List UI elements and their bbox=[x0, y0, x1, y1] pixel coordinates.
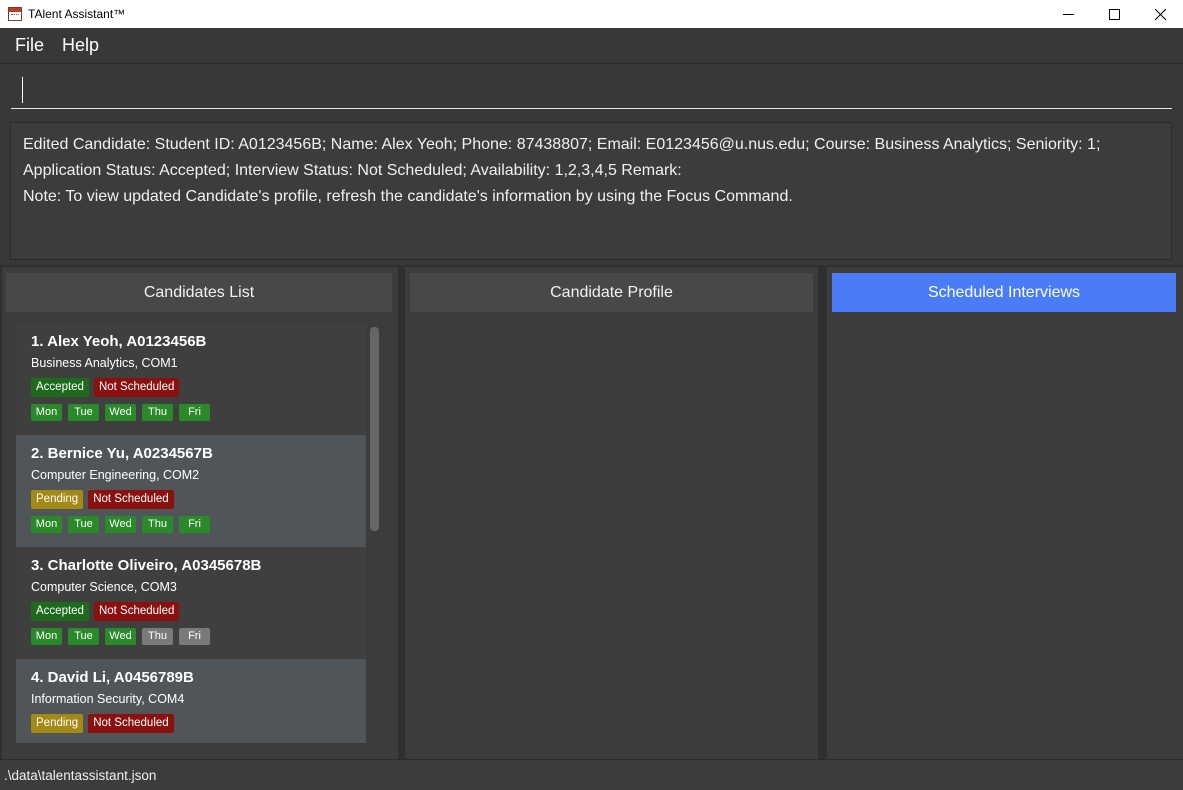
tab-candidates-list[interactable]: Candidates List bbox=[6, 273, 392, 312]
status-bar: .\data\talentassistant.json bbox=[0, 759, 1183, 790]
candidate-name: 2. Bernice Yu, A0234567B bbox=[31, 445, 213, 462]
candidate-name: 1. Alex Yeoh, A0123456B bbox=[31, 333, 207, 350]
close-icon bbox=[1154, 8, 1166, 20]
command-area bbox=[0, 65, 1183, 117]
window-title: TAlent Assistant™ bbox=[28, 7, 126, 21]
title-bar: TAlent Assistant™ bbox=[0, 0, 1183, 28]
candidate-card[interactable]: 1. Alex Yeoh, A0123456B Business Analytic… bbox=[16, 323, 366, 435]
availability-day-badge: Wed bbox=[105, 628, 136, 645]
availability-day-badge: Wed bbox=[105, 516, 136, 533]
availability-days bbox=[31, 740, 351, 743]
availability-day-badge: Thu bbox=[142, 404, 173, 421]
command-input[interactable] bbox=[11, 75, 1172, 109]
availability-day-badge: Fri bbox=[179, 628, 210, 645]
candidate-course: Computer Engineering, COM2 bbox=[31, 468, 200, 482]
candidate-profile-panel: Candidate Profile bbox=[405, 267, 818, 759]
availability-day-badge: Tue bbox=[68, 404, 99, 421]
availability-day-badge: Tue bbox=[68, 628, 99, 645]
text-caret bbox=[22, 77, 23, 103]
candidates-list-panel: Candidates List 1. Alex Yeoh, A0123456B B… bbox=[2, 267, 398, 759]
application-status-badge: Pending bbox=[31, 714, 84, 733]
candidate-course: Computer Science, COM3 bbox=[31, 580, 177, 594]
interview-status-badge: Not Scheduled bbox=[88, 490, 174, 509]
status-tags: Pending Not Scheduled bbox=[31, 714, 351, 734]
menu-file[interactable]: File bbox=[7, 35, 52, 56]
result-line: Application Status: Accepted; Interview … bbox=[23, 162, 682, 179]
main-panels: Candidates List 1. Alex Yeoh, A0123456B B… bbox=[0, 265, 1183, 759]
tab-scheduled-interviews[interactable]: Scheduled Interviews bbox=[832, 273, 1176, 312]
status-tags: Accepted Not Scheduled bbox=[31, 378, 351, 398]
minimize-icon bbox=[1062, 13, 1074, 15]
application-status-badge: Pending bbox=[31, 490, 84, 509]
candidate-name: 3. Charlotte Oliveiro, A0345678B bbox=[31, 557, 262, 574]
candidate-card[interactable]: 3. Charlotte Oliveiro, A0345678B Computer… bbox=[16, 547, 366, 659]
candidate-name: 4. David Li, A0456789B bbox=[31, 669, 194, 686]
status-tags: Pending Not Scheduled bbox=[31, 490, 351, 510]
application-status-badge: Accepted bbox=[31, 602, 89, 621]
candidate-course: Business Analytics, COM1 bbox=[31, 356, 178, 370]
candidate-card[interactable]: 4. David Li, A0456789B Information Securi… bbox=[16, 659, 366, 743]
tab-candidate-profile[interactable]: Candidate Profile bbox=[410, 273, 813, 312]
scheduled-interviews-panel: Scheduled Interviews bbox=[827, 267, 1183, 759]
availability-day-badge: Mon bbox=[31, 404, 62, 421]
menu-bar: File Help bbox=[0, 28, 1183, 64]
availability-days: Mon Tue Wed Thu Fri bbox=[31, 516, 351, 533]
result-line: Note: To view updated Candidate's profil… bbox=[23, 188, 793, 205]
availability-day-badge: Fri bbox=[179, 404, 210, 421]
availability-day-badge: Thu bbox=[142, 628, 173, 645]
calendar-app-icon bbox=[8, 7, 22, 21]
status-tags: Accepted Not Scheduled bbox=[31, 602, 351, 622]
availability-day-badge: Mon bbox=[31, 628, 62, 645]
maximize-icon bbox=[1108, 8, 1120, 20]
availability-day-badge: Fri bbox=[179, 516, 210, 533]
interview-status-badge: Not Scheduled bbox=[88, 714, 174, 733]
list-scrollbar[interactable] bbox=[370, 327, 379, 531]
result-line: Edited Candidate: Student ID: A0123456B;… bbox=[23, 136, 1101, 153]
close-button[interactable] bbox=[1137, 0, 1183, 28]
availability-day-badge: Mon bbox=[31, 516, 62, 533]
data-file-path: .\data\talentassistant.json bbox=[4, 768, 157, 783]
candidate-list[interactable]: 1. Alex Yeoh, A0123456B Business Analytic… bbox=[16, 323, 382, 743]
result-display[interactable]: Edited Candidate: Student ID: A0123456B;… bbox=[10, 122, 1172, 260]
availability-day-badge: Wed bbox=[105, 404, 136, 421]
candidate-course: Information Security, COM4 bbox=[31, 692, 185, 706]
availability-day-badge: Tue bbox=[68, 516, 99, 533]
interview-status-badge: Not Scheduled bbox=[93, 378, 180, 397]
minimize-button[interactable] bbox=[1045, 0, 1091, 28]
maximize-button[interactable] bbox=[1091, 0, 1137, 28]
application-status-badge: Accepted bbox=[31, 378, 89, 397]
availability-days: Mon Tue Wed Thu Fri bbox=[31, 404, 351, 421]
menu-help[interactable]: Help bbox=[54, 35, 107, 56]
availability-days: Mon Tue Wed Thu Fri bbox=[31, 628, 351, 645]
window-controls bbox=[1045, 0, 1183, 28]
candidate-card[interactable]: 2. Bernice Yu, A0234567B Computer Enginee… bbox=[16, 435, 366, 547]
result-display-container: Edited Candidate: Student ID: A0123456B;… bbox=[0, 117, 1183, 265]
availability-day-badge: Thu bbox=[142, 516, 173, 533]
interview-status-badge: Not Scheduled bbox=[93, 602, 180, 621]
